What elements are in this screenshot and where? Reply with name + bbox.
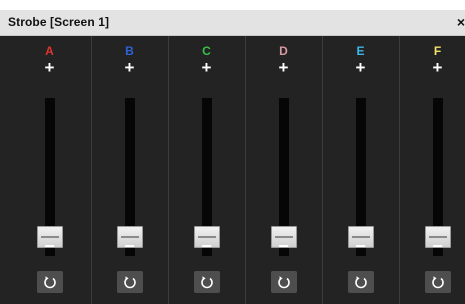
reset-button[interactable] xyxy=(270,271,297,293)
increase-button[interactable]: + xyxy=(399,59,465,77)
reset-icon xyxy=(200,276,213,289)
reset-icon xyxy=(431,276,444,289)
reset-icon xyxy=(354,276,367,289)
reset-icon xyxy=(123,276,136,289)
top-margin xyxy=(0,0,465,10)
channel-label: A xyxy=(45,44,54,58)
channel-c: C + − xyxy=(168,36,245,304)
channel-b: B + − xyxy=(91,36,168,304)
increase-button[interactable]: + xyxy=(245,59,322,77)
channel-f: F + − xyxy=(399,36,465,304)
reset-icon xyxy=(43,276,56,289)
window-titlebar[interactable]: Strobe [Screen 1] × xyxy=(0,10,465,36)
reset-button[interactable] xyxy=(36,271,63,293)
window-title: Strobe [Screen 1] xyxy=(8,15,110,29)
decrease-button[interactable]: − xyxy=(11,236,88,257)
channel-e: E + − xyxy=(322,36,399,304)
increase-button[interactable]: + xyxy=(322,59,399,77)
reset-button[interactable] xyxy=(193,271,220,293)
decrease-button[interactable]: − xyxy=(322,236,399,257)
channel-a: A + − xyxy=(11,36,88,304)
channel-label: E xyxy=(356,44,365,58)
strobe-panel: A + − B + − C + − D + − E + − F + − xyxy=(0,36,465,304)
reset-button[interactable] xyxy=(116,271,143,293)
reset-icon xyxy=(277,276,290,289)
increase-button[interactable]: + xyxy=(11,59,88,77)
channel-label: D xyxy=(279,44,288,58)
channel-label: B xyxy=(125,44,134,58)
close-icon[interactable]: × xyxy=(453,13,465,31)
increase-button[interactable]: + xyxy=(168,59,245,77)
decrease-button[interactable]: − xyxy=(399,236,465,257)
reset-button[interactable] xyxy=(347,271,374,293)
decrease-button[interactable]: − xyxy=(91,236,168,257)
decrease-button[interactable]: − xyxy=(245,236,322,257)
channel-label: F xyxy=(433,44,442,58)
increase-button[interactable]: + xyxy=(91,59,168,77)
decrease-button[interactable]: − xyxy=(168,236,245,257)
channel-d: D + − xyxy=(245,36,322,304)
reset-button[interactable] xyxy=(424,271,451,293)
channel-label: C xyxy=(202,44,211,58)
